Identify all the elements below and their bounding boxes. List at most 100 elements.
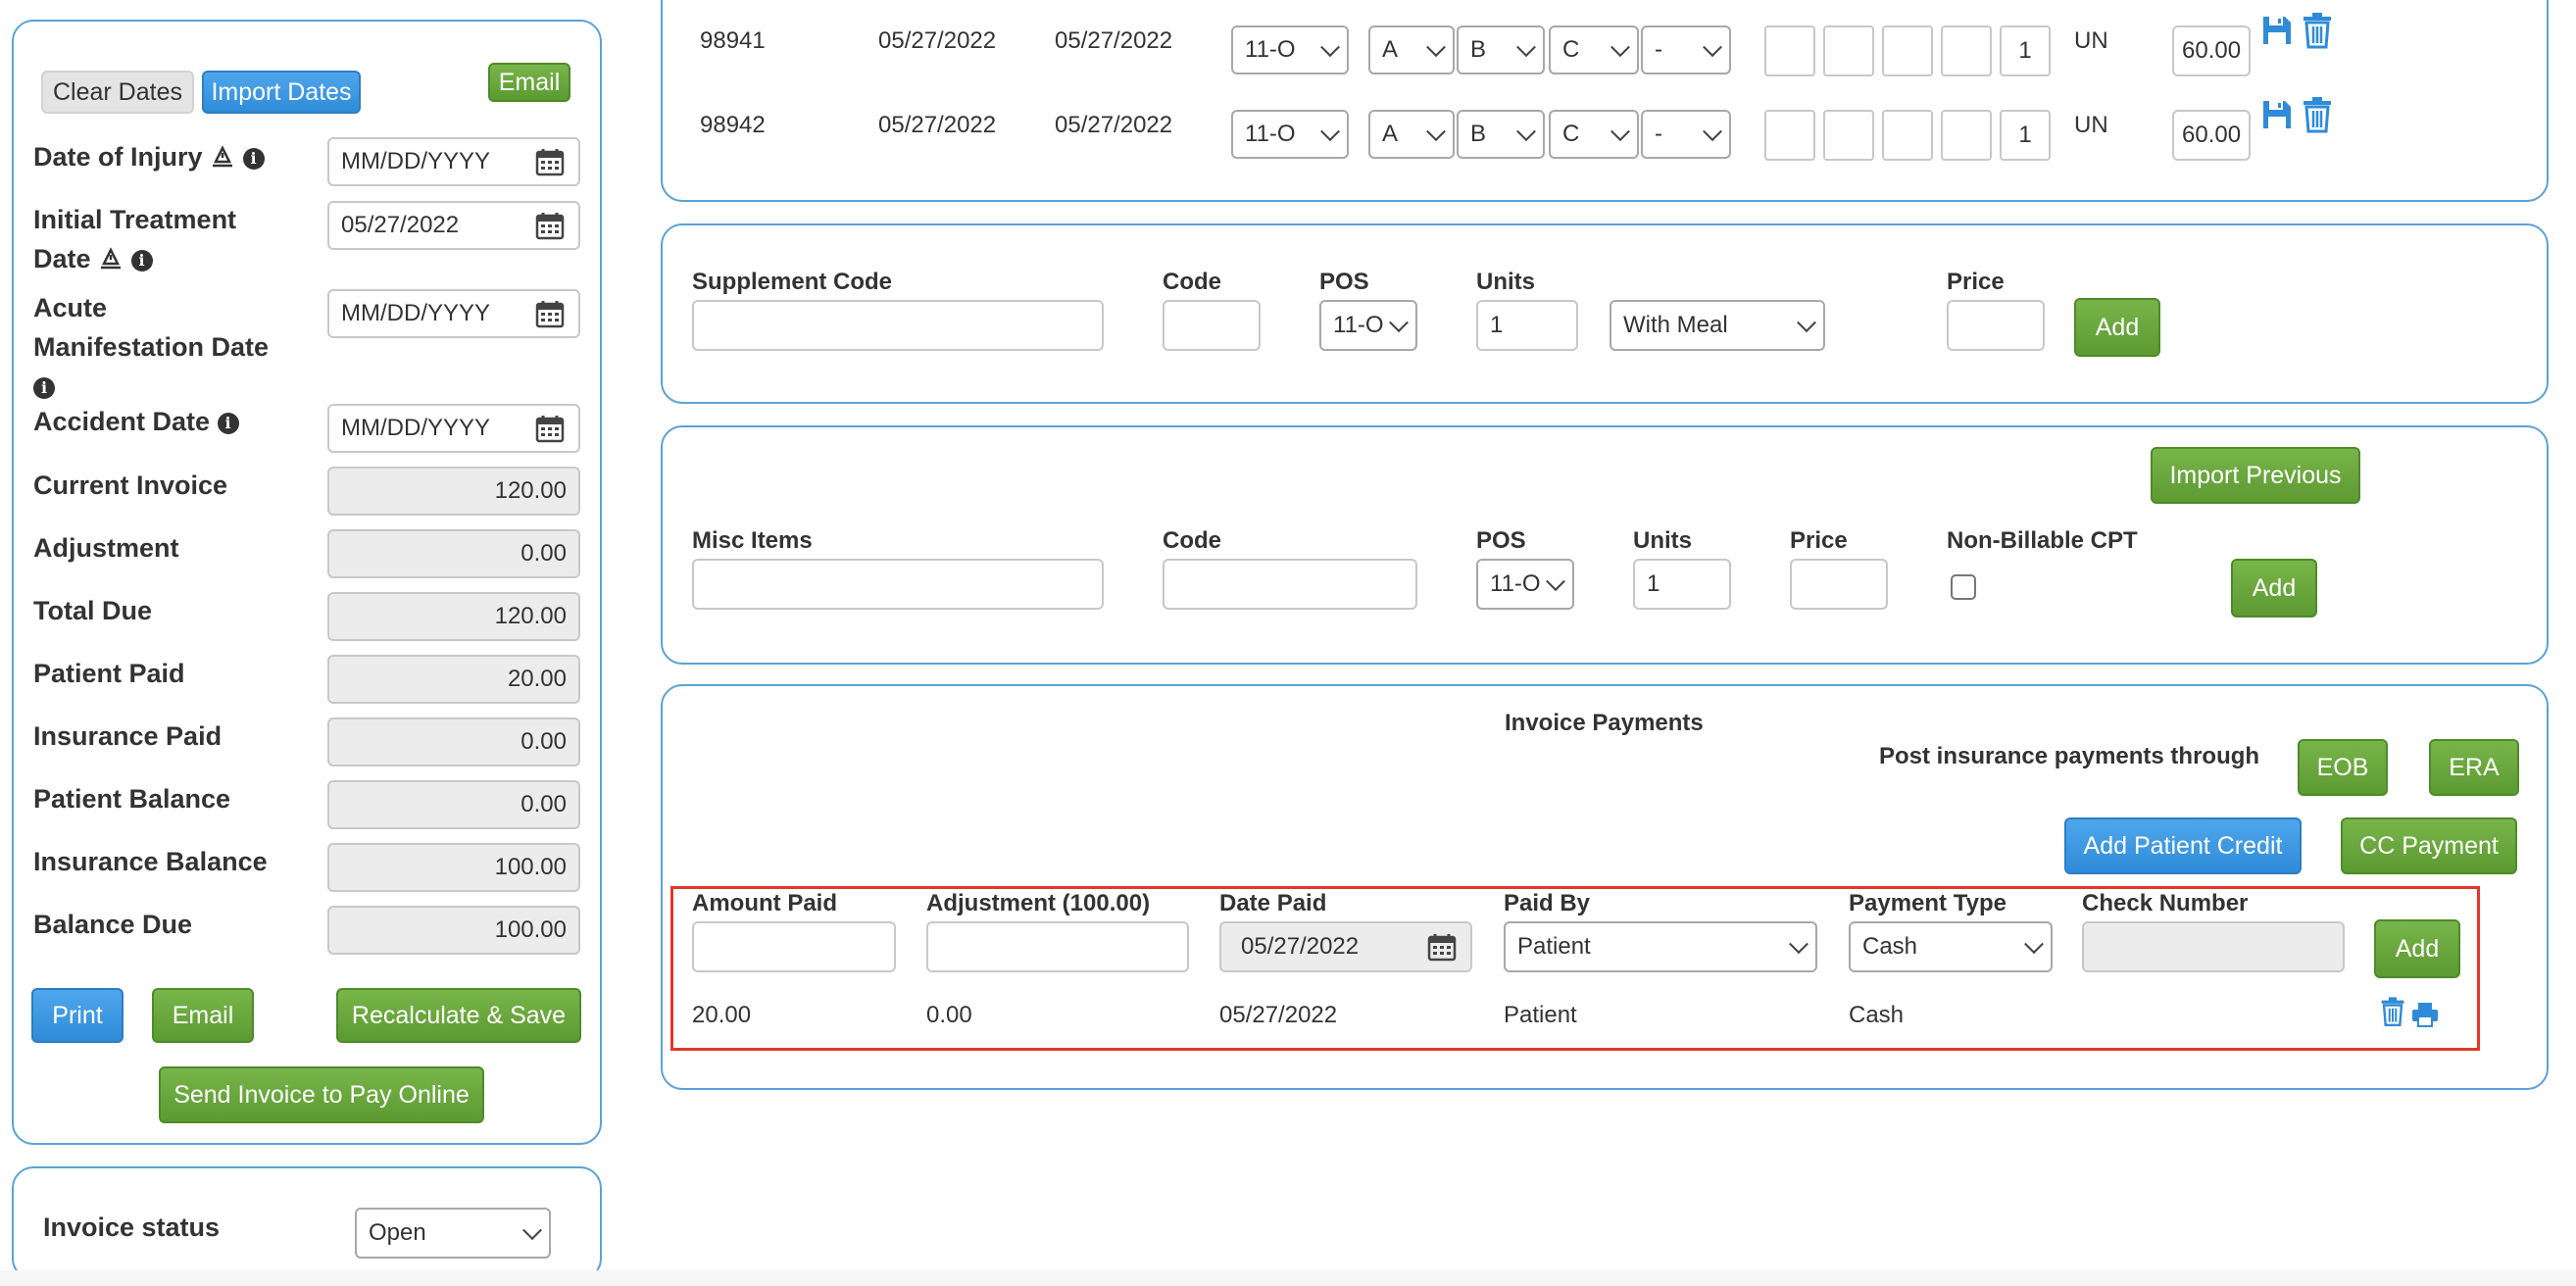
trash-icon[interactable] xyxy=(2302,12,2333,49)
initial-treatment-date-label: Initial Treatment Date i xyxy=(33,205,237,273)
non-billable-cpt-header: Non-Billable CPT xyxy=(1947,527,2138,554)
warning-icon xyxy=(101,247,122,270)
date-paid-input[interactable]: 05/27/2022 xyxy=(1219,921,1472,972)
initial-treatment-date-field[interactable]: 05/27/2022 xyxy=(327,201,580,250)
supplement-add-button[interactable]: Add xyxy=(2074,298,2160,357)
misc-item-input[interactable] xyxy=(692,559,1104,610)
payment-add-button[interactable]: Add xyxy=(2374,919,2460,978)
adjustment-input[interactable] xyxy=(926,921,1189,972)
line-item-code: 98942 xyxy=(700,112,766,138)
info-icon[interactable]: i xyxy=(217,412,239,434)
line-item-modifier-4-select[interactable]: - xyxy=(1641,110,1731,159)
accident-date-label: Accident Date i xyxy=(33,402,239,441)
line-item-price-field[interactable]: 60.00 xyxy=(2172,25,2251,76)
line-item-unit-type: UN xyxy=(2074,27,2108,54)
misc-price-input[interactable] xyxy=(1790,559,1888,610)
info-icon[interactable]: i xyxy=(242,147,265,170)
paid-by-select[interactable]: Patient xyxy=(1504,921,1817,972)
diagnosis-pointer-box[interactable] xyxy=(1764,110,1815,161)
info-icon[interactable]: i xyxy=(33,376,55,399)
line-item-modifier-3-select[interactable]: C xyxy=(1549,25,1639,74)
payment-type-select[interactable]: Cash xyxy=(1849,921,2053,972)
chevron-down-icon xyxy=(522,1220,542,1241)
line-item-units-field[interactable]: 1 xyxy=(2000,25,2051,76)
line-item-modifier-2-select[interactable]: B xyxy=(1457,25,1545,74)
email-dates-button[interactable]: Email xyxy=(488,63,570,102)
page-bottom-edge xyxy=(0,1270,2576,1286)
clear-dates-button[interactable]: Clear Dates xyxy=(41,71,194,114)
trash-icon[interactable] xyxy=(2302,96,2333,133)
balance-due-value: 100.00 xyxy=(327,906,580,955)
accident-date-field[interactable]: MM/DD/YYYY xyxy=(327,404,580,453)
check-number-input[interactable] xyxy=(2082,921,2345,972)
print-button[interactable]: Print xyxy=(31,988,124,1043)
supplement-meal-select[interactable]: With Meal xyxy=(1610,300,1825,351)
line-item-pos-select[interactable]: 11-O xyxy=(1231,25,1349,74)
date-of-injury-field[interactable]: MM/DD/YYYY xyxy=(327,137,580,186)
calendar-icon[interactable] xyxy=(535,211,565,240)
calendar-icon[interactable] xyxy=(535,299,565,328)
info-icon[interactable]: i xyxy=(130,249,153,272)
line-item-modifier-2-select[interactable]: B xyxy=(1457,110,1545,159)
diagnosis-pointer-box[interactable] xyxy=(1882,110,1933,161)
line-item-pos-select[interactable]: 11-O xyxy=(1231,110,1349,159)
invoice-status-label: Invoice status xyxy=(43,1212,221,1242)
misc-pos-select[interactable]: 11-O xyxy=(1476,559,1574,610)
calendar-icon[interactable] xyxy=(535,147,565,176)
line-item-date-from: 05/27/2022 xyxy=(878,27,997,54)
add-patient-credit-button[interactable]: Add Patient Credit xyxy=(2064,817,2302,874)
supplement-pos-header: POS xyxy=(1319,269,1369,295)
recalculate-save-button[interactable]: Recalculate & Save xyxy=(336,988,581,1043)
line-item-modifier-3-select[interactable]: C xyxy=(1549,110,1639,159)
misc-units-input[interactable]: 1 xyxy=(1633,559,1731,610)
import-previous-button[interactable]: Import Previous xyxy=(2151,447,2360,504)
misc-pos-header: POS xyxy=(1476,527,1526,554)
save-icon[interactable] xyxy=(2260,98,2294,131)
diagnosis-pointer-box[interactable] xyxy=(1882,25,1933,76)
import-dates-button[interactable]: Import Dates xyxy=(202,71,361,114)
era-button[interactable]: ERA xyxy=(2429,739,2519,796)
acute-manifestation-date-field[interactable]: MM/DD/YYYY xyxy=(327,289,580,338)
supplement-price-input[interactable] xyxy=(1947,300,2045,351)
line-item-units-field[interactable]: 1 xyxy=(2000,110,2051,161)
supplement-code2-input[interactable] xyxy=(1163,300,1261,351)
amount-paid-input[interactable] xyxy=(692,921,896,972)
chevron-down-icon xyxy=(1610,37,1630,58)
balance-due-label: Balance Due xyxy=(33,910,193,939)
diagnosis-pointer-box[interactable] xyxy=(1823,25,1874,76)
insurance-paid-value: 0.00 xyxy=(327,717,580,767)
send-invoice-pay-online-button[interactable]: Send Invoice to Pay Online xyxy=(159,1066,484,1123)
misc-add-button[interactable]: Add xyxy=(2231,559,2317,618)
line-item-code: 98941 xyxy=(700,27,766,54)
cc-payment-button[interactable]: CC Payment xyxy=(2341,817,2517,874)
payment-row-date: 05/27/2022 xyxy=(1219,1002,1338,1028)
supplement-code-input[interactable] xyxy=(692,300,1104,351)
calendar-icon[interactable] xyxy=(535,414,565,443)
calendar-icon[interactable] xyxy=(1427,932,1457,962)
patient-paid-label: Patient Paid xyxy=(33,659,185,688)
line-item-modifier-1-select[interactable]: A xyxy=(1368,110,1455,159)
diagnosis-pointer-box[interactable] xyxy=(1823,110,1874,161)
supplement-code2-header: Code xyxy=(1163,269,1221,295)
line-item-modifier-4-select[interactable]: - xyxy=(1641,25,1731,74)
line-item-modifier-1-select[interactable]: A xyxy=(1368,25,1455,74)
supplement-units-input[interactable]: 1 xyxy=(1476,300,1578,351)
save-icon[interactable] xyxy=(2260,14,2294,47)
paid-by-header: Paid By xyxy=(1504,890,1591,916)
print-icon[interactable] xyxy=(2411,1002,2439,1027)
misc-units-header: Units xyxy=(1633,527,1692,554)
supplement-code-header: Supplement Code xyxy=(692,269,893,295)
eob-button[interactable]: EOB xyxy=(2298,739,2388,796)
line-item-price-field[interactable]: 60.00 xyxy=(2172,110,2251,161)
misc-code-input[interactable] xyxy=(1163,559,1417,610)
diagnosis-pointer-box[interactable] xyxy=(1941,110,1992,161)
diagnosis-pointer-box[interactable] xyxy=(1764,25,1815,76)
email-button[interactable]: Email xyxy=(152,988,254,1043)
invoice-status-select[interactable]: Open xyxy=(355,1208,551,1259)
supplement-pos-select[interactable]: 11-O xyxy=(1319,300,1417,351)
trash-icon[interactable] xyxy=(2380,996,2405,1027)
non-billable-cpt-checkbox[interactable] xyxy=(1951,574,1976,600)
current-invoice-value: 120.00 xyxy=(327,467,580,516)
diagnosis-pointer-box[interactable] xyxy=(1941,25,1992,76)
adjustment-header: Adjustment (100.00) xyxy=(926,890,1151,916)
